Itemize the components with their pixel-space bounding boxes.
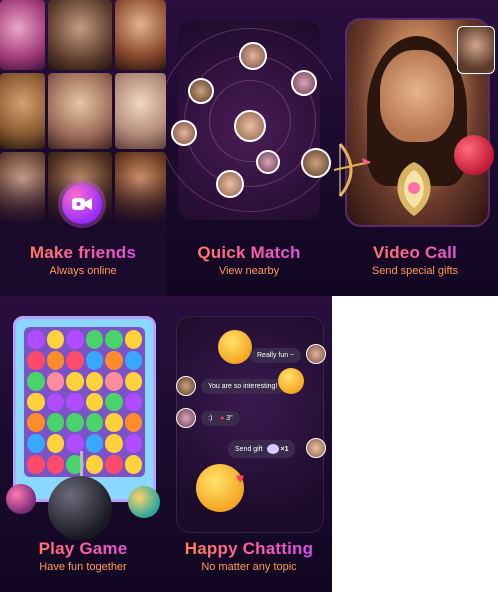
rose-bouquet-icon xyxy=(454,135,494,175)
party-emoji-icon xyxy=(218,330,252,364)
voice-message-duration: 3" xyxy=(226,415,233,422)
heart-eyes-emoji-icon xyxy=(278,368,304,394)
bomb-icon xyxy=(48,476,112,540)
bow-and-arrow-icon xyxy=(333,143,371,197)
feature-tile-play-game: Play Game Have fun together xyxy=(0,296,166,592)
tile-subtitle: Send special gifts xyxy=(371,265,459,277)
chat-bubble: Really fun ~ xyxy=(250,348,302,363)
candy-ball-icon xyxy=(6,484,36,514)
tile-title: Quick Match xyxy=(166,243,332,263)
chat-bubble: :) ● 3" xyxy=(201,411,240,426)
profile-photo xyxy=(0,73,45,149)
tile-subtitle: Always online xyxy=(49,265,117,277)
tile-subtitle: Have fun together xyxy=(39,561,127,573)
avatar xyxy=(301,148,331,178)
tile-title: Make friends xyxy=(0,243,166,263)
avatar xyxy=(176,376,196,396)
avatar xyxy=(171,120,197,146)
candy-ball-icon xyxy=(128,486,160,518)
avatar xyxy=(234,110,266,142)
avatar xyxy=(176,408,196,428)
avatar xyxy=(256,150,280,174)
chat-bubble: Send gift ×1 xyxy=(228,440,296,458)
self-view-thumbnail xyxy=(457,26,495,74)
avatar xyxy=(291,70,317,96)
profile-photo xyxy=(48,0,112,70)
profile-photo xyxy=(0,0,45,70)
avatar xyxy=(306,344,326,364)
avatar xyxy=(216,170,244,198)
chat-emoji-text: :) xyxy=(208,415,213,422)
feature-tile-make-friends: Make friends Always online xyxy=(0,0,166,296)
avatar xyxy=(188,78,214,104)
tile-subtitle: View nearby xyxy=(218,265,280,277)
feature-tile-happy-chatting: Really fun ~ You are so interesting! :) … xyxy=(166,296,332,592)
feature-tile-video-call: Video Call Send special gifts xyxy=(332,0,498,296)
feature-tile-quick-match: Quick Match View nearby xyxy=(166,0,332,296)
avatar xyxy=(239,42,267,70)
send-gift-label: Send gift xyxy=(235,445,263,453)
chat-bubble: You are so interesting! xyxy=(201,379,285,394)
profile-photo xyxy=(115,0,166,70)
profile-photo xyxy=(48,73,112,149)
tile-title: Video Call xyxy=(332,243,498,263)
candy-board xyxy=(24,327,145,477)
avatar xyxy=(306,438,326,458)
heart-icon: ♥ xyxy=(236,470,245,486)
gift-count: ×1 xyxy=(280,445,289,453)
gift-crown-icon xyxy=(397,162,431,216)
gift-shell-icon xyxy=(266,444,279,454)
tile-title: Play Game xyxy=(0,539,166,559)
video-camera-icon xyxy=(62,184,102,224)
profile-photo xyxy=(115,73,166,149)
game-board-frame xyxy=(13,316,156,502)
tile-title: Happy Chatting xyxy=(166,539,332,559)
tile-subtitle: No matter any topic xyxy=(201,561,297,573)
